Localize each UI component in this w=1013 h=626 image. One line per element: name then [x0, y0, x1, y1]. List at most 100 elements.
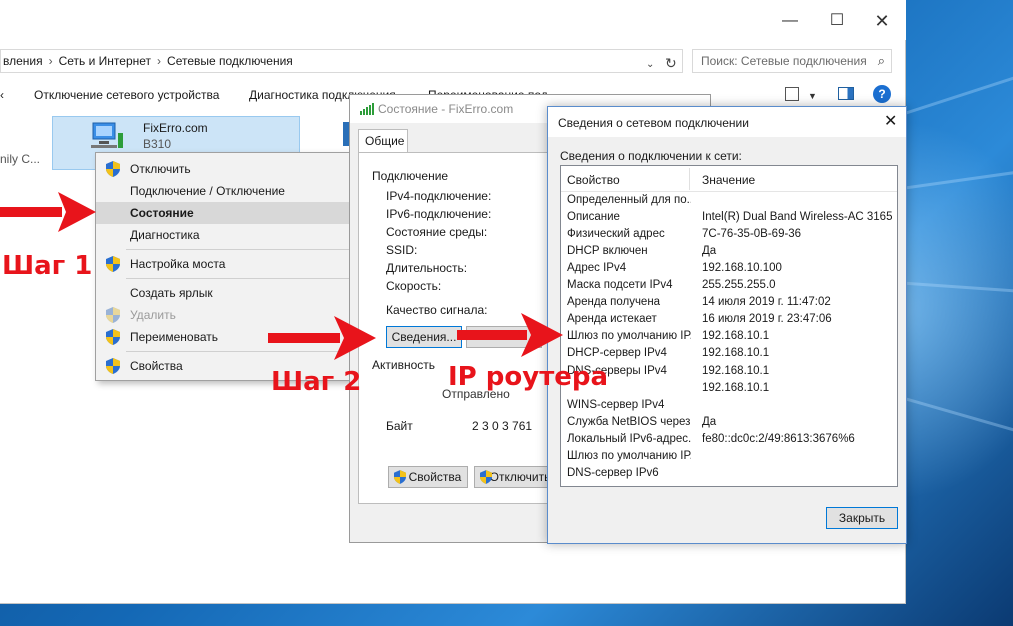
menu-item-label: Подключение / Отключение — [130, 184, 285, 198]
minimize-button[interactable]: — — [770, 10, 810, 32]
view-options-icon[interactable] — [785, 87, 799, 101]
details-button[interactable]: Сведения... — [386, 326, 462, 348]
table-cell-property[interactable]: Определенный для по... — [567, 194, 691, 206]
table-cell-property[interactable]: DHCP включен — [567, 245, 691, 257]
table-cell-property[interactable]: DNS-сервер IPv6 — [567, 467, 691, 479]
status-dialog-title: Состояние - FixErro.com — [378, 102, 514, 116]
details-table[interactable]: Свойство Значение Определенный для по...… — [560, 165, 898, 487]
shield-icon — [106, 329, 120, 345]
menu-item-status[interactable]: Состояние — [96, 202, 364, 224]
section-connection-label: Подключение — [372, 169, 449, 183]
table-cell-value[interactable]: 192.168.10.1 — [702, 330, 769, 342]
menu-item-label: Свойства — [130, 359, 183, 373]
table-cell-value[interactable]: Да — [702, 245, 716, 257]
menu-separator — [126, 278, 358, 279]
menu-separator — [126, 249, 358, 250]
column-header-property[interactable]: Свойство — [567, 173, 620, 187]
maximize-button[interactable]: ☐ — [817, 10, 857, 32]
details-dialog-title: Сведения о сетевом подключении — [558, 116, 749, 130]
menu-item-label: Переименовать — [130, 330, 218, 344]
red-arrow-step2 — [268, 316, 376, 360]
details-dialog-titlebar: Сведения о сетевом подключении ✕ — [548, 107, 906, 137]
column-divider[interactable] — [689, 168, 690, 190]
table-cell-value[interactable]: 255.255.255.0 — [702, 279, 776, 291]
table-cell-property[interactable]: Шлюз по умолчанию IP... — [567, 450, 691, 462]
disable-button[interactable]: Отключить — [474, 466, 552, 488]
help-icon[interactable]: ? — [873, 85, 891, 103]
preview-pane-icon[interactable] — [838, 87, 854, 100]
cmd-prev-fragment[interactable]: ‹ — [0, 82, 4, 108]
menu-item-diagnostics[interactable]: Диагностика — [96, 224, 364, 246]
connection-item-partial[interactable]: nily C... — [0, 152, 40, 166]
status-row-ipv4: IPv4-подключение: — [386, 189, 492, 203]
table-cell-value[interactable]: Intel(R) Dual Band Wireless-AC 3165 — [702, 211, 892, 223]
table-cell-value[interactable]: 192.168.10.1 — [702, 382, 769, 394]
address-row: вления › Сеть и Интернет › Сетевые подключен… — [0, 48, 906, 76]
status-row-duration: Длительность: — [386, 261, 468, 275]
status-row-ssid: SSID: — [386, 243, 418, 257]
table-cell-value[interactable]: fe80::dc0c:2/49:8613:3676%6 — [702, 433, 855, 445]
close-button[interactable]: ✕ — [862, 10, 902, 32]
table-cell-property[interactable]: Служба NetBIOS через... — [567, 416, 691, 428]
menu-item-label: Удалить — [130, 308, 176, 322]
section-activity-label: Активность — [372, 358, 436, 372]
shield-icon — [106, 307, 120, 323]
breadcrumb-item[interactable]: Сетевые подключения — [167, 54, 293, 68]
shield-icon — [106, 256, 120, 272]
bytes-sent-value: 2 3 0 3 761 — [472, 419, 533, 433]
menu-item-disable[interactable]: Отключить — [96, 158, 364, 180]
table-cell-property[interactable]: Маска подсети IPv4 — [567, 279, 691, 291]
status-row-ipv6: IPv6-подключение: — [386, 207, 492, 221]
menu-item-bridge[interactable]: Настройка моста — [96, 253, 364, 275]
details-subtitle: Сведения о подключении к сети: — [560, 149, 742, 163]
bytes-label: Байт — [386, 419, 413, 433]
table-cell-property[interactable]: Адрес IPv4 — [567, 262, 691, 274]
search-input[interactable]: Поиск: Сетевые подключения ⌕ — [692, 49, 892, 73]
table-cell-value[interactable]: Да — [702, 416, 716, 428]
step2-annotation: Шаг 2 — [271, 367, 362, 397]
menu-item-label: Создать ярлык — [130, 286, 213, 300]
table-header: Свойство Значение — [561, 166, 897, 192]
menu-item-connect-disconnect[interactable]: Подключение / Отключение — [96, 180, 364, 202]
table-cell-property[interactable]: Физический адрес — [567, 228, 691, 240]
table-cell-value[interactable]: 192.168.10.1 — [702, 365, 769, 377]
table-cell-property[interactable]: Аренда получена — [567, 296, 691, 308]
search-icon[interactable]: ⌕ — [878, 50, 885, 72]
details-dialog: Сведения о сетевом подключении ✕ Сведени… — [547, 106, 907, 544]
menu-item-create-shortcut[interactable]: Создать ярлык — [96, 282, 364, 304]
connection-subtitle: B310 — [143, 137, 172, 151]
light-glow — [900, 120, 1013, 500]
table-cell-value[interactable]: 192.168.10.100 — [702, 262, 782, 274]
refresh-icon[interactable]: ↻ — [665, 52, 677, 74]
table-cell-value[interactable]: 14 июля 2019 г. 11:47:02 — [702, 296, 831, 308]
address-bar[interactable]: вления › Сеть и Интернет › Сетевые подключен… — [0, 49, 683, 73]
table-cell-property[interactable]: DHCP-сервер IPv4 — [567, 347, 691, 359]
menu-item-label: Отключить — [130, 162, 191, 176]
breadcrumb-item[interactable]: вления — [3, 54, 43, 68]
close-button[interactable]: Закрыть — [826, 507, 898, 529]
breadcrumb-item[interactable]: Сеть и Интернет — [59, 54, 151, 68]
close-icon[interactable]: ✕ — [884, 111, 897, 131]
explorer-titlebar: — ☐ ✕ — [0, 0, 906, 40]
table-cell-property[interactable]: Локальный IPv6-адрес... — [567, 433, 691, 445]
table-cell-property[interactable]: Аренда истекает — [567, 313, 691, 325]
connection-name: FixErro.com — [143, 121, 208, 135]
shield-icon — [106, 161, 120, 177]
menu-item-label: Диагностика — [130, 228, 200, 242]
red-arrow-router-ip — [457, 313, 563, 357]
table-cell-value[interactable]: 192.168.10.1 — [702, 347, 769, 359]
table-cell-value[interactable]: 7C-76-35-0B-69-36 — [702, 228, 801, 240]
properties-button[interactable]: Свойства — [388, 466, 468, 488]
tab-general[interactable]: Общие — [358, 129, 408, 153]
cmd-disable-device[interactable]: Отключение сетевого устройства — [34, 82, 219, 108]
network-adapter-icon — [91, 122, 123, 148]
status-row-media: Состояние среды: — [386, 225, 488, 239]
column-header-value[interactable]: Значение — [702, 173, 755, 187]
chevron-down-icon[interactable]: ⌄ — [646, 54, 654, 76]
table-cell-property[interactable]: WINS-сервер IPv4 — [567, 399, 691, 411]
table-cell-property[interactable]: Описание — [567, 211, 691, 223]
shield-icon — [394, 470, 406, 484]
table-cell-property[interactable]: Шлюз по умолчанию IP... — [567, 330, 691, 342]
table-cell-value[interactable]: 16 июля 2019 г. 23:47:06 — [702, 313, 832, 325]
step1-annotation: Шаг 1 — [2, 251, 93, 281]
